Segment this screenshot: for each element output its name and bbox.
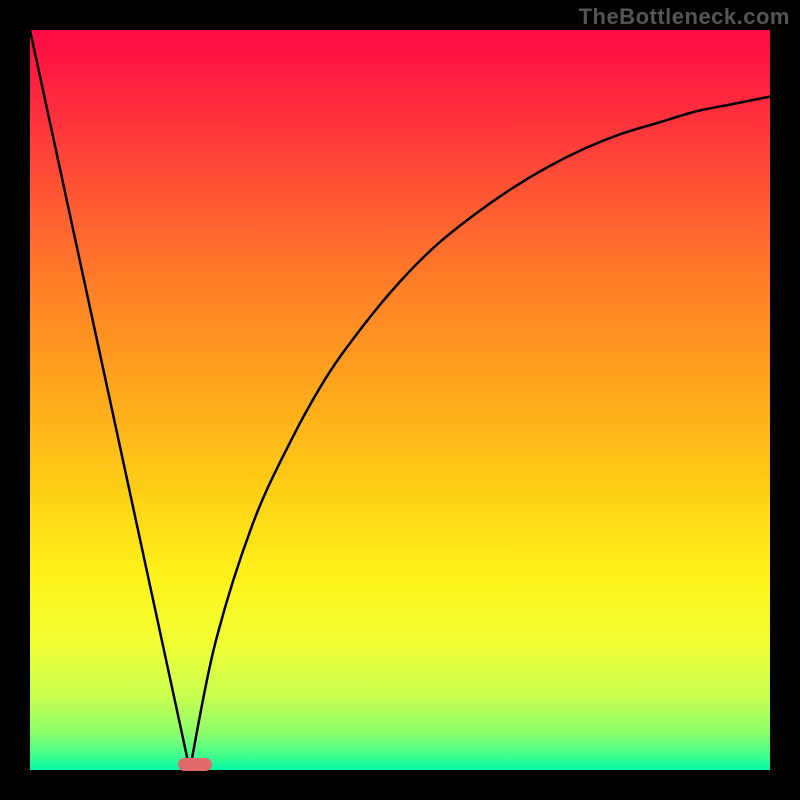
plot-area: [30, 30, 770, 770]
curve-left-branch: [30, 30, 190, 770]
watermark-text: TheBottleneck.com: [579, 4, 790, 30]
minimum-marker: [178, 758, 211, 771]
chart-frame: TheBottleneck.com: [0, 0, 800, 800]
curve-svg: [30, 30, 770, 770]
curve-right-branch: [190, 97, 770, 770]
